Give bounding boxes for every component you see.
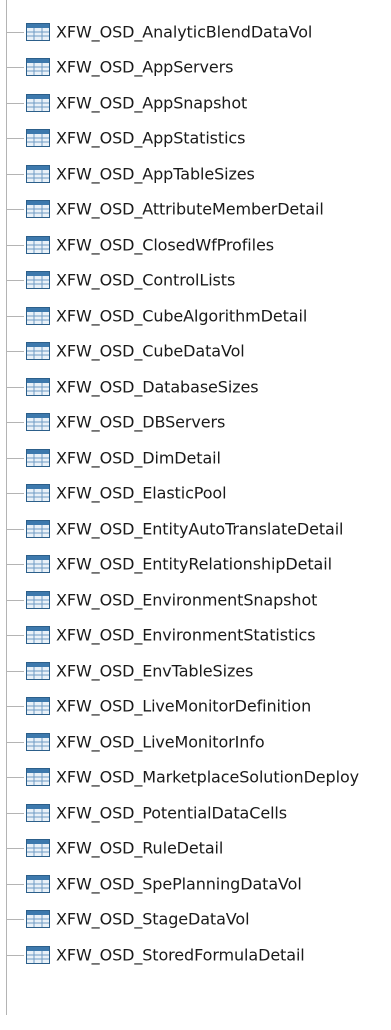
table-icon <box>26 910 50 929</box>
tree-connector-line <box>6 528 24 530</box>
table-icon <box>26 661 50 680</box>
tree-connector-line <box>6 457 24 459</box>
tree-item-label: XFW_OSD_EntityRelationshipDetail <box>56 554 332 574</box>
tree-connector-line <box>6 919 24 921</box>
tree-connector-line <box>6 635 24 637</box>
tree-connector-line <box>6 883 24 885</box>
tree-connector-line <box>6 244 24 246</box>
tree-item-label: XFW_OSD_CubeDataVol <box>56 341 245 361</box>
table-icon <box>26 945 50 964</box>
tree-connector-line <box>6 954 24 956</box>
table-icon <box>26 342 50 361</box>
table-icon <box>26 768 50 787</box>
tree-connector-line <box>6 422 24 424</box>
tree-connector-line <box>6 209 24 211</box>
tree-item-label: XFW_OSD_ControlLists <box>56 270 236 290</box>
table-icon <box>26 377 50 396</box>
tree-connector-line <box>6 564 24 566</box>
tree-item-label: XFW_OSD_DBServers <box>56 412 226 432</box>
table-icon <box>26 697 50 716</box>
tree-connector-line <box>6 351 24 353</box>
tree-connector-line <box>6 777 24 779</box>
table-icon <box>26 413 50 432</box>
tree-item-label: XFW_OSD_EnvironmentSnapshot <box>56 590 318 610</box>
table-icon <box>26 58 50 77</box>
table-icon <box>26 626 50 645</box>
tree-connector-line <box>6 599 24 601</box>
tree-connector-line <box>6 67 24 69</box>
tree-item-label: XFW_OSD_DimDetail <box>56 448 221 468</box>
tree-item-label: XFW_OSD_AnalyticBlendDataVol <box>56 22 313 42</box>
tree-connector-line <box>6 31 24 33</box>
table-icon <box>26 235 50 254</box>
tree-item-label: XFW_OSD_LiveMonitorDefinition <box>56 696 312 716</box>
tree-item-label: XFW_OSD_EnvTableSizes <box>56 661 254 681</box>
tree-item-label: XFW_OSD_CubeAlgorithmDetail <box>56 306 308 326</box>
tree-connector-line <box>6 102 24 104</box>
tree-item-label: XFW_OSD_StageDataVol <box>56 909 250 929</box>
tree-item-label: XFW_OSD_AppStatistics <box>56 128 246 148</box>
tree-item-label: XFW_OSD_ClosedWfProfiles <box>56 235 274 255</box>
table-icon <box>26 200 50 219</box>
table-icon <box>26 93 50 112</box>
tree-item-label: XFW_OSD_RuleDetail <box>56 838 224 858</box>
tree-item-label: XFW_OSD_EntityAutoTranslateDetail <box>56 519 344 539</box>
tree-item-label: XFW_OSD_ElasticPool <box>56 483 227 503</box>
table-icon <box>26 732 50 751</box>
tree-connector-line <box>6 670 24 672</box>
table-icon <box>26 271 50 290</box>
table-icon <box>26 839 50 858</box>
tree-item-label: XFW_OSD_MarketplaceSolutionDeploy <box>56 767 360 787</box>
tree-item-label: XFW_OSD_SpePlanningDataVol <box>56 874 302 894</box>
tree-item-label: XFW_OSD_AppServers <box>56 57 234 77</box>
table-icon <box>26 874 50 893</box>
tree-connector-line <box>6 741 24 743</box>
table-icon <box>26 129 50 148</box>
table-icon <box>26 519 50 538</box>
table-icon <box>26 164 50 183</box>
tree-item-label: XFW_OSD_LiveMonitorInfo <box>56 732 265 752</box>
tree-item-label: XFW_OSD_EnvironmentStatistics <box>56 625 316 645</box>
table-icon <box>26 803 50 822</box>
tree-connector-line <box>6 812 24 814</box>
tree-connector-line <box>6 173 24 175</box>
tree-connector-line <box>6 493 24 495</box>
tree-connector-line <box>6 848 24 850</box>
table-icon <box>26 448 50 467</box>
tree-item-label: XFW_OSD_DatabaseSizes <box>56 377 259 397</box>
tree-connector-line <box>6 280 24 282</box>
tree-item-label: XFW_OSD_AppTableSizes <box>56 164 255 184</box>
table-icon <box>26 306 50 325</box>
table-tree: XFW_OSD_AnalyticBlendDataVol XFW_OSD_App… <box>0 0 391 1030</box>
tree-item-label: XFW_OSD_AttributeMemberDetail <box>56 199 324 219</box>
tree-connector-line <box>6 315 24 317</box>
tree-vertical-line <box>6 0 7 1015</box>
tree-connector-line <box>6 386 24 388</box>
tree-item-label: XFW_OSD_AppSnapshot <box>56 93 248 113</box>
tree-item-label: XFW_OSD_PotentialDataCells <box>56 803 287 823</box>
table-icon <box>26 590 50 609</box>
table-icon <box>26 484 50 503</box>
tree-item-label: XFW_OSD_StoredFormulaDetail <box>56 945 305 965</box>
table-icon <box>26 22 50 41</box>
tree-connector-line <box>6 706 24 708</box>
table-icon <box>26 555 50 574</box>
tree-connector-line <box>6 138 24 140</box>
